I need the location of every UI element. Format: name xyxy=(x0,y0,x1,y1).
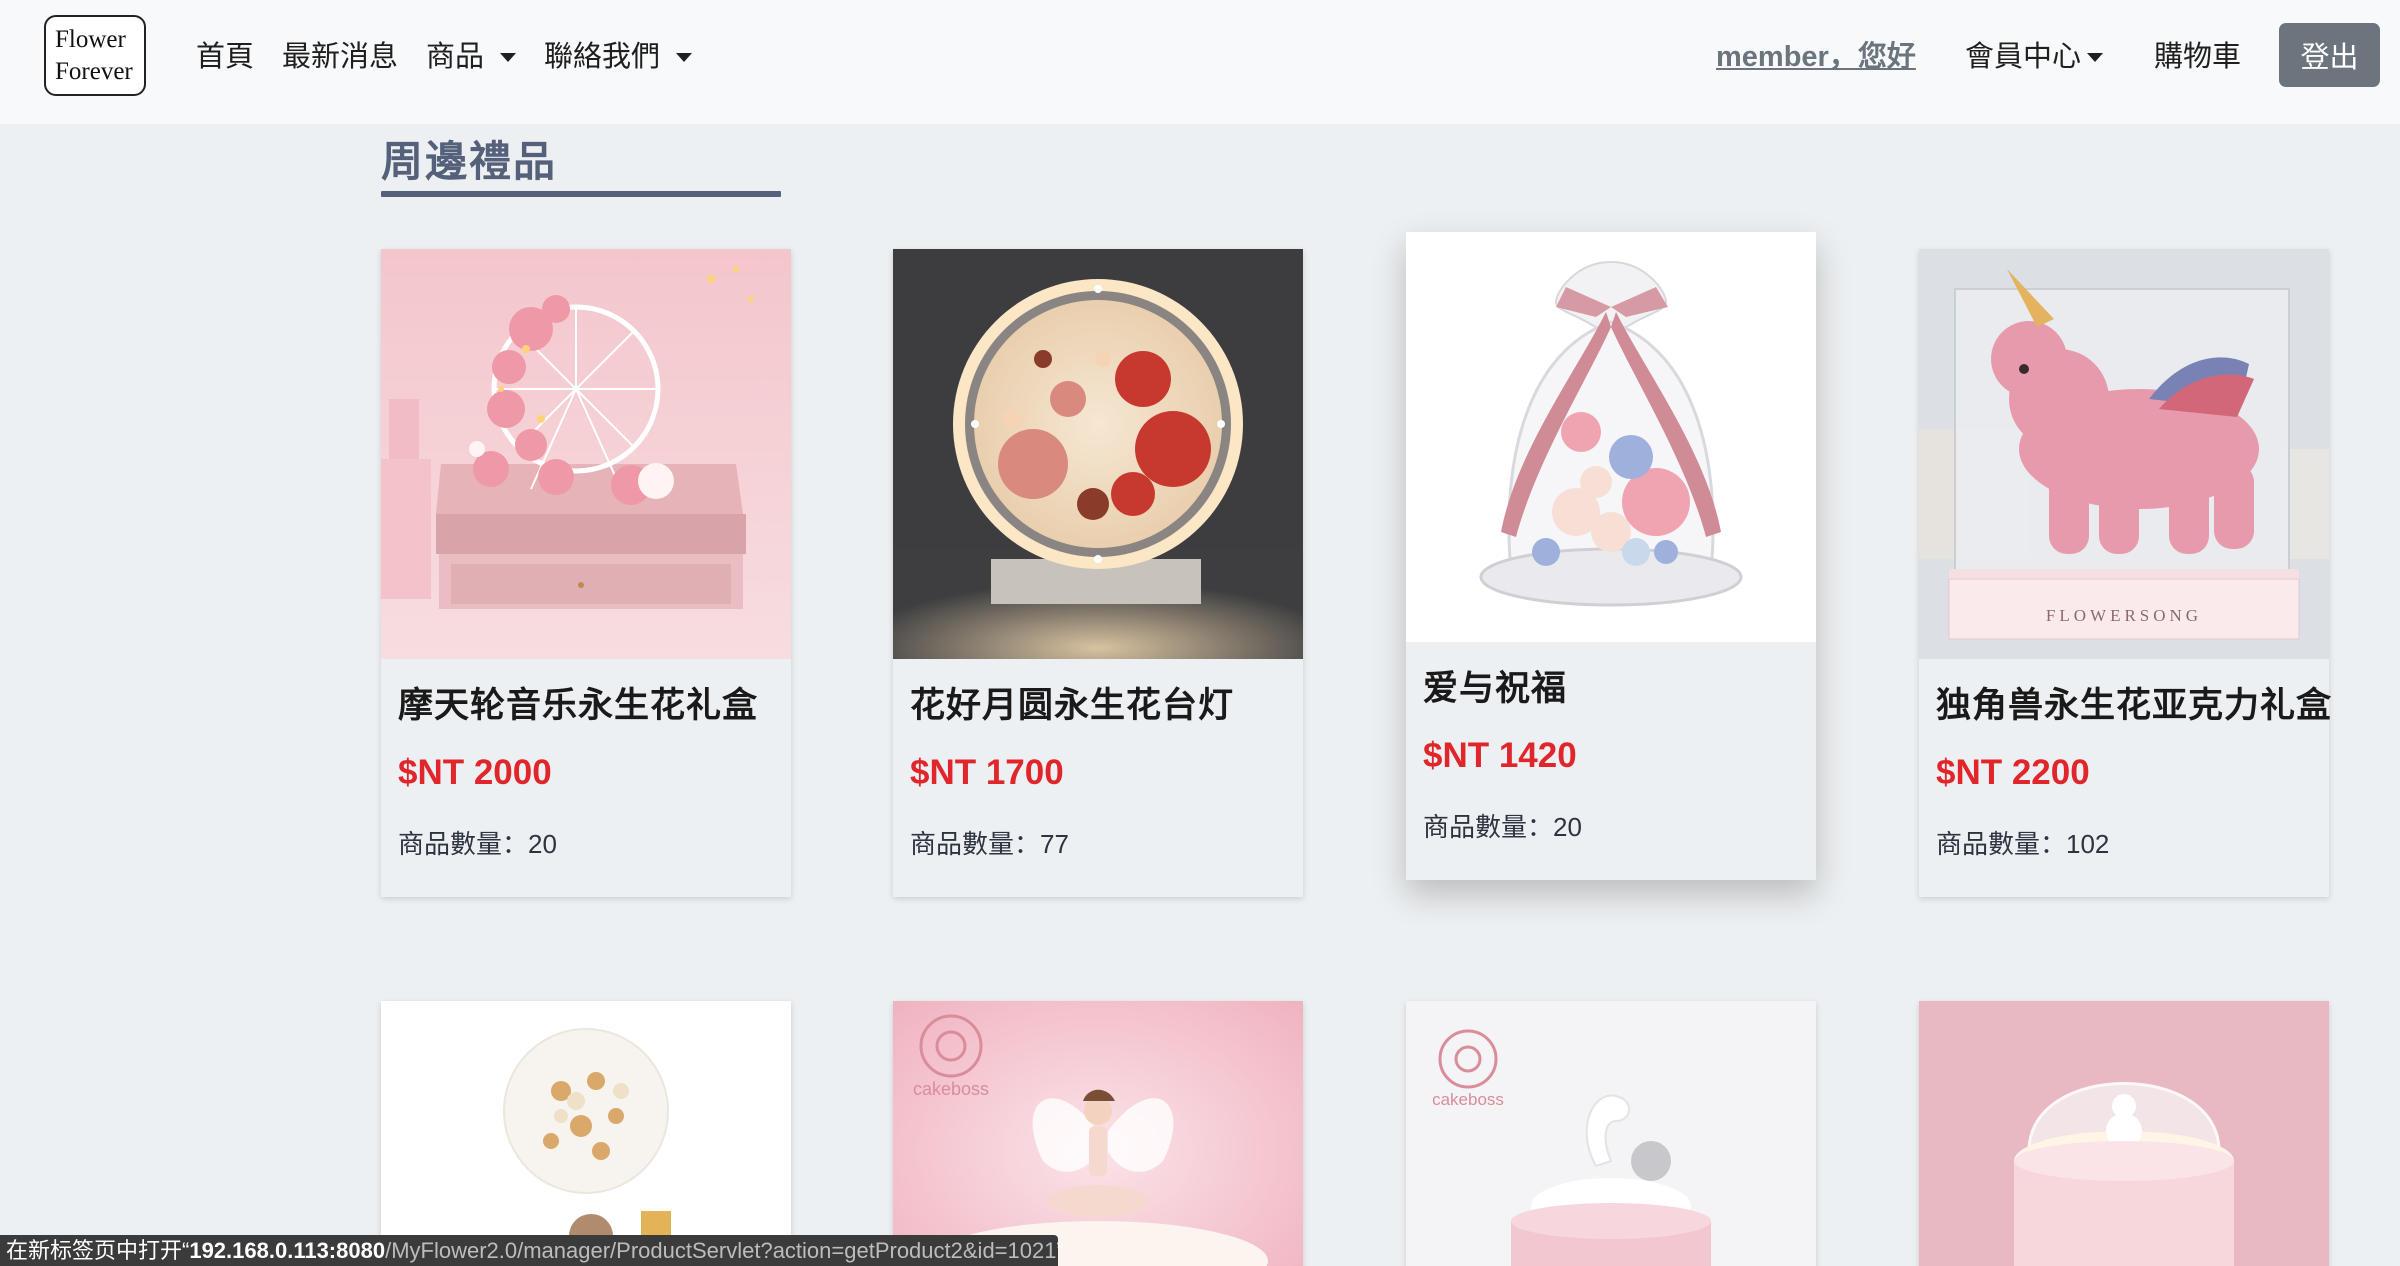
product-name: 摩天轮音乐永生花礼盒 xyxy=(398,686,759,725)
product-name: 独角兽永生花亚克力礼盒 xyxy=(1936,686,2333,725)
product-price: $NT 1700 xyxy=(910,753,1064,792)
product-card[interactable] xyxy=(1919,1001,2329,1266)
product-card[interactable]: FLOWERSONG 独角兽永生花亚克力礼盒 $NT 2200 商品數量：102 xyxy=(1919,249,2333,897)
caret-down-icon xyxy=(2087,52,2104,62)
glass-dome-image xyxy=(1406,232,1816,642)
quantity-value: 77 xyxy=(1040,829,1069,859)
cakeboss-logo-text: cakeboss xyxy=(1432,1090,1504,1109)
product-card[interactable]: 摩天轮音乐永生花礼盒 $NT 2000 商品數量：20 xyxy=(381,249,791,897)
fairy-cake-image: cakeboss xyxy=(893,1001,1303,1266)
quantity-value: 20 xyxy=(1553,812,1582,842)
brand-line-2: Forever xyxy=(55,57,133,85)
product-card[interactable] xyxy=(381,1001,791,1266)
product-quantity: 商品數量：77 xyxy=(893,793,1303,861)
product-price: $NT 2200 xyxy=(1936,753,2090,792)
product-image xyxy=(1406,232,1816,642)
quantity-value: 102 xyxy=(2066,829,2110,859)
brand-logo[interactable]: Flower Forever xyxy=(44,15,146,96)
caret-down-icon xyxy=(500,52,517,62)
nav-products-label: 商品 xyxy=(426,41,485,73)
product-image xyxy=(381,249,791,659)
main-nav: 首頁 最新消息 商品 聯絡我們 xyxy=(196,30,720,84)
product-quantity: 商品數量：20 xyxy=(381,793,791,861)
product-quantity: 商品數量：20 xyxy=(1406,776,1816,844)
product-price: $NT 1420 xyxy=(1423,736,1577,775)
product-card[interactable]: 花好月圆永生花台灯 $NT 1700 商品數量：77 xyxy=(893,249,1303,897)
nav-news-label: 最新消息 xyxy=(282,41,399,73)
flowersong-label: FLOWERSONG xyxy=(2046,606,2202,625)
product-card[interactable]: 爱与祝福 $NT 1420 商品數量：20 xyxy=(1406,232,1816,880)
moon-lamp-image xyxy=(893,249,1303,659)
nav-home[interactable]: 首頁 xyxy=(196,30,268,84)
link-status-bar: 在新标签页中打开“192.168.0.113:8080/MyFlower2.0/… xyxy=(0,1235,1064,1266)
nav-contact-dropdown[interactable]: 聯絡我們 xyxy=(544,30,706,84)
logout-label: 登出 xyxy=(2300,42,2359,74)
product-name: 爱与祝福 xyxy=(1423,669,1568,708)
quantity-label: 商品數量： xyxy=(910,829,1041,859)
logout-button[interactable]: 登出 xyxy=(2279,23,2380,87)
status-host: 192.168.0.113:8080 xyxy=(189,1238,386,1263)
balloon-bear-image xyxy=(381,1001,791,1266)
product-quantity: 商品數量：102 xyxy=(1919,793,2329,861)
member-greeting[interactable]: member，您好 xyxy=(1716,30,1916,84)
swan-cake-image: cakeboss xyxy=(1406,1001,1816,1266)
quantity-label: 商品數量： xyxy=(398,829,529,859)
cakeboss-logo-text: cakeboss xyxy=(913,1079,989,1099)
unicorn-gift-box-image: FLOWERSONG xyxy=(1919,249,2329,659)
brand-line-1: Flower xyxy=(55,25,126,53)
quantity-label: 商品數量： xyxy=(1423,812,1554,842)
status-suffix: ” xyxy=(1056,1238,1064,1263)
nav-home-label: 首頁 xyxy=(196,41,255,73)
nav-contact-label: 聯絡我們 xyxy=(544,41,661,73)
product-card[interactable]: cakeboss xyxy=(1406,1001,1816,1266)
cart-label: 購物車 xyxy=(2154,41,2242,73)
product-image xyxy=(893,249,1303,659)
section-underline xyxy=(381,191,781,197)
nav-news[interactable]: 最新消息 xyxy=(282,30,412,84)
member-center-dropdown[interactable]: 會員中心 xyxy=(1965,30,2104,84)
product-image: FLOWERSONG xyxy=(1919,249,2329,659)
product-card[interactable]: cakeboss xyxy=(893,1001,1303,1266)
navbar: Flower Forever 首頁 最新消息 商品 聯絡我們 member，您好… xyxy=(0,0,2400,124)
section-title: 周邊禮品 xyxy=(381,138,558,185)
product-name: 花好月圆永生花台灯 xyxy=(910,686,1235,725)
caret-down-icon xyxy=(676,52,693,62)
quantity-label: 商品數量： xyxy=(1936,829,2067,859)
status-prefix: 在新标签页中打开“ xyxy=(6,1238,190,1263)
quantity-value: 20 xyxy=(528,829,557,859)
ferris-wheel-gift-box-image xyxy=(381,249,791,659)
cart-link[interactable]: 購物車 xyxy=(2154,30,2241,84)
status-path: /MyFlower2.0/manager/ProductServlet?acti… xyxy=(385,1238,1057,1263)
product-price: $NT 2000 xyxy=(398,753,552,792)
nav-products-dropdown[interactable]: 商品 xyxy=(426,30,530,84)
member-center-label: 會員中心 xyxy=(1965,41,2082,73)
snowman-music-box-image xyxy=(1919,1001,2329,1266)
